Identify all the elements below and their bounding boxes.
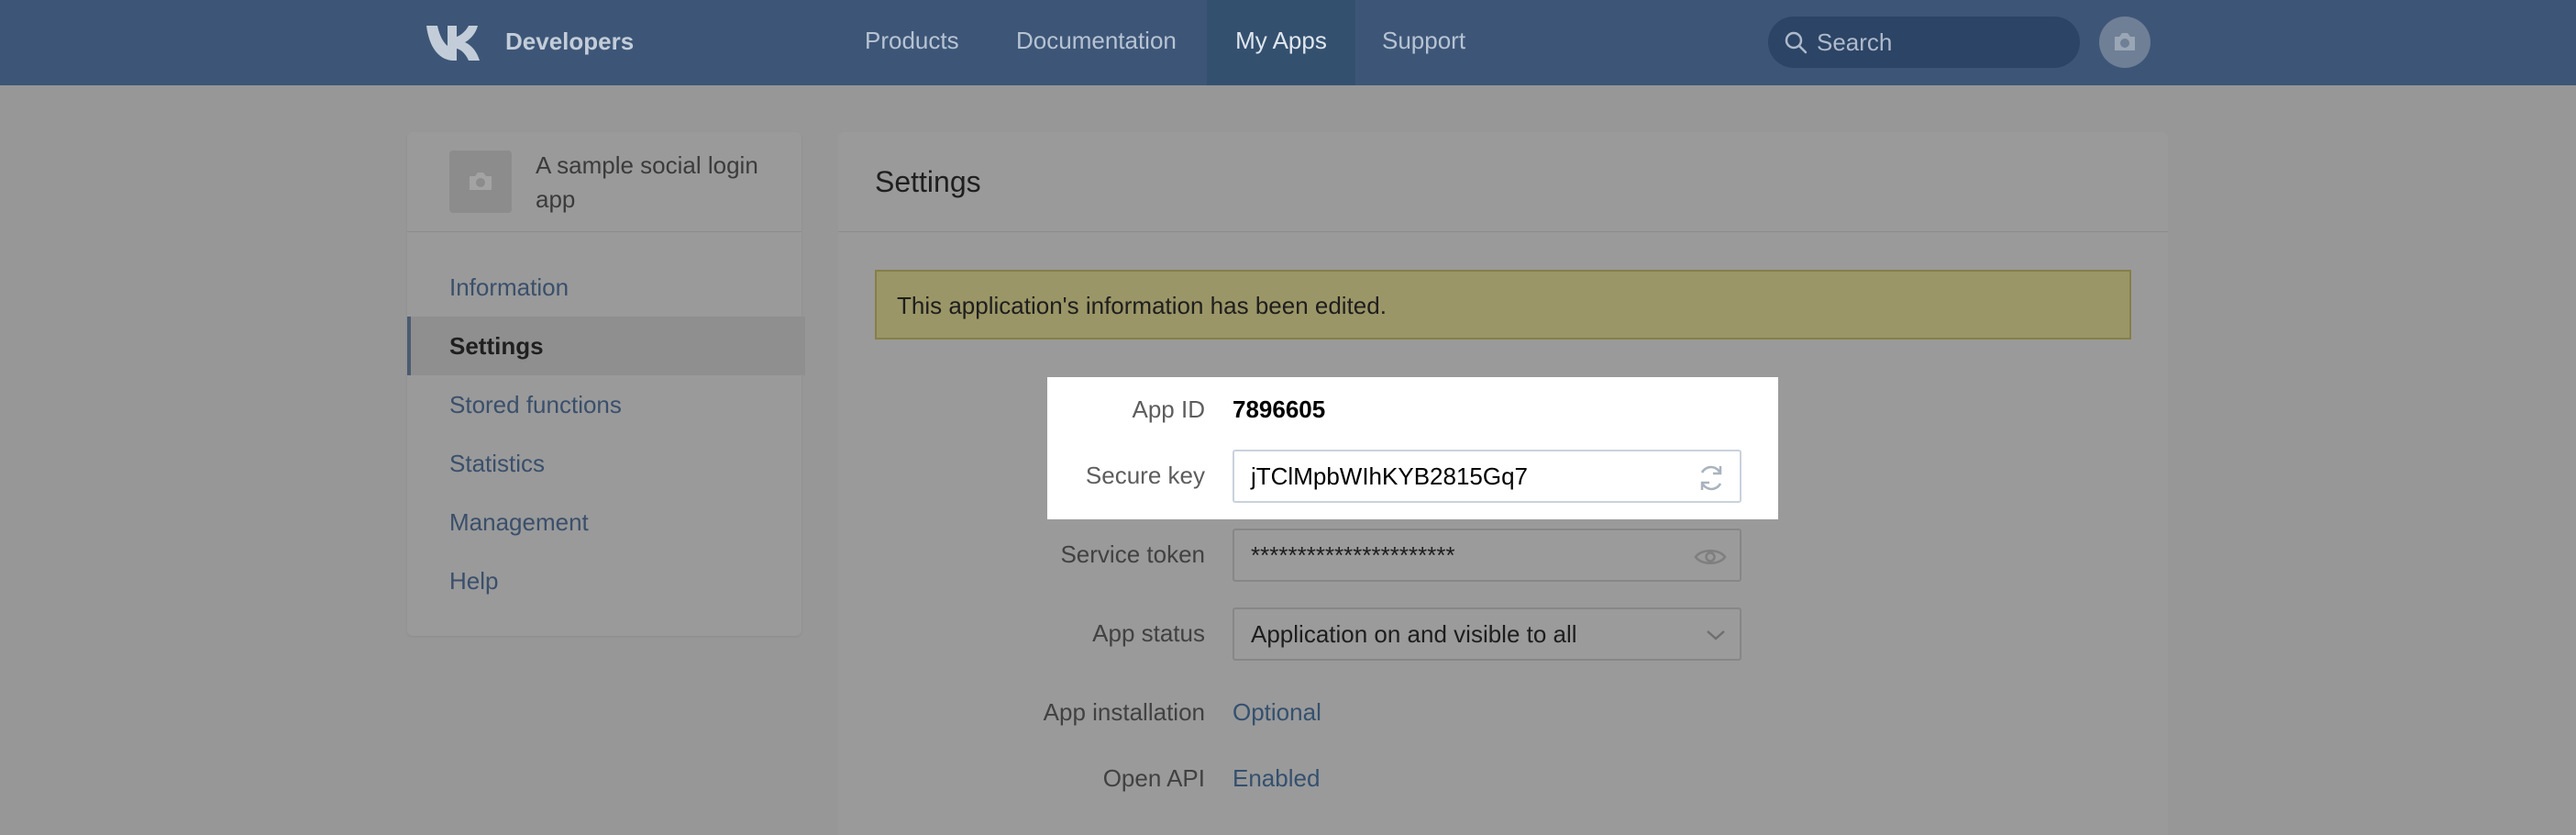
app-header: A sample social login app <box>407 132 802 232</box>
search-placeholder: Search <box>1817 28 1893 56</box>
app-id-label: App ID <box>1132 395 1206 423</box>
app-name[interactable]: A sample social login app <box>536 149 765 217</box>
sidebar-item-label: Statistics <box>449 450 546 477</box>
vk-logo-icon[interactable] <box>425 22 489 61</box>
nav-my-apps[interactable]: My Apps <box>1207 0 1355 85</box>
avatar[interactable] <box>2099 17 2150 68</box>
sidebar-item-settings[interactable]: Settings <box>407 317 805 375</box>
service-token-label: Service token <box>1060 540 1205 568</box>
divider <box>838 231 2168 232</box>
notice-text: This application's information has been … <box>897 292 1387 319</box>
app-status-label: App status <box>1092 619 1205 647</box>
sidebar-item-label: Information <box>449 273 569 301</box>
page-title: Settings <box>875 165 981 198</box>
sidebar-item-label: Stored functions <box>449 391 622 418</box>
service-token-field[interactable]: ********************** <box>1233 529 1741 582</box>
sidebar-item-label: Settings <box>449 332 544 360</box>
app-status-value: Application on and visible to all <box>1251 620 1577 648</box>
sidebar-item-statistics[interactable]: Statistics <box>407 434 802 493</box>
secure-key-value: jTClMpbWIhKYB2815Gq7 <box>1251 462 1529 490</box>
nav-products[interactable]: Products <box>865 0 959 85</box>
nav-documentation[interactable]: Documentation <box>1016 0 1177 85</box>
search-input[interactable]: Search <box>1768 17 2080 68</box>
eye-icon[interactable] <box>1694 541 1727 573</box>
refresh-icon[interactable] <box>1696 462 1727 494</box>
app-id-value: 7896605 <box>1233 395 1326 423</box>
secure-key-label: Secure key <box>1085 462 1205 489</box>
app-installation-value[interactable]: Optional <box>1233 696 1321 728</box>
sidebar-item-label: Management <box>449 508 589 536</box>
sidebar-item-stored-functions[interactable]: Stored functions <box>407 375 802 434</box>
secure-key-field[interactable]: jTClMpbWIhKYB2815Gq7 <box>1233 450 1741 503</box>
app-thumbnail[interactable] <box>449 150 512 213</box>
brand-title[interactable]: Developers <box>505 26 634 57</box>
sidebar-item-information[interactable]: Information <box>407 258 802 317</box>
edited-notice: This application's information has been … <box>875 270 2131 340</box>
camera-icon <box>470 173 492 190</box>
service-token-value: ********************** <box>1251 541 1455 569</box>
app-status-select[interactable]: Application on and visible to all <box>1233 607 1741 661</box>
top-navigation-bar: Developers Products Documentation My App… <box>0 0 2576 85</box>
open-api-label: Open API <box>1102 764 1205 792</box>
camera-icon <box>2115 33 2135 50</box>
sidebar-item-management[interactable]: Management <box>407 493 802 551</box>
sidebar-item-help[interactable]: Help <box>407 551 802 610</box>
open-api-value[interactable]: Enabled <box>1233 763 1320 794</box>
sidebar-item-label: Help <box>449 567 499 595</box>
search-icon <box>1785 31 1808 54</box>
app-installation-label: App installation <box>1043 698 1205 726</box>
nav-support[interactable]: Support <box>1382 0 1465 85</box>
chevron-down-icon <box>1707 630 1725 640</box>
app-sidebar: A sample social login app Information Se… <box>407 132 805 636</box>
